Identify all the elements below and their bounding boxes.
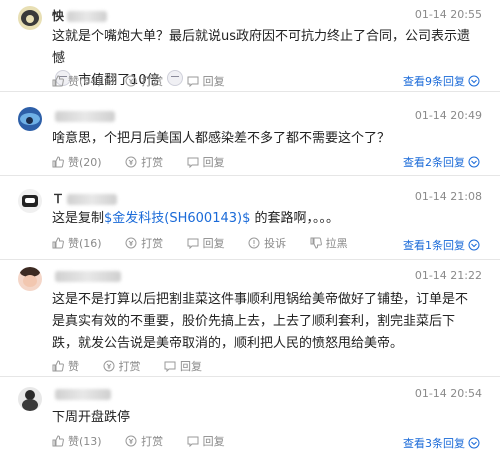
chevron-down-circle-icon [468,75,480,87]
user-name[interactable] [52,109,115,123]
reply-button[interactable]: 回复 [187,73,225,89]
tip-button[interactable]: 打赏 [125,73,163,89]
comment-actions: 赞 打赏 回复 [52,358,222,375]
stock-link[interactable]: $金发科技(SH600143)$ [104,211,250,226]
tip-button[interactable]: 打赏 [125,154,163,170]
view-replies-link[interactable]: 查看3条回复 [403,435,480,451]
user-name[interactable] [52,269,121,283]
view-replies-link[interactable]: 查看2条回复 [403,154,480,170]
block-button[interactable]: 拉黑 [310,235,348,251]
comment-actions: 赞(16) 打赏 回复 投诉 拉黑 [52,235,368,252]
thumb-up-icon [52,237,64,249]
like-button[interactable]: 赞(20) [52,154,102,170]
coin-icon [125,156,137,168]
like-button[interactable]: 赞(64) [52,73,102,89]
chevron-down-circle-icon [468,156,480,168]
reply-button[interactable]: 回复 [187,235,225,251]
avatar[interactable] [18,107,42,131]
user-name[interactable]: Ｔ [52,190,118,207]
coin-icon [125,435,137,447]
avatar[interactable] [18,387,42,411]
comment-feed: 怏 01-14 20:55 这就是个嘴炮大单？最后就说us政府因不可抗力终止了合… [0,0,500,457]
chevron-down-circle-icon [468,239,480,251]
comment-time: 01-14 20:55 [414,8,482,21]
chevron-down-circle-icon [468,437,480,449]
comment-time: 01-14 20:54 [414,387,482,400]
like-button[interactable]: 赞(13) [52,433,102,449]
comment-icon [187,436,199,447]
tip-button[interactable]: 打赏 [103,358,141,374]
coin-icon [125,237,137,249]
comment-text: 下周开盘跌停 [52,410,131,425]
comment-icon [187,238,199,249]
reply-button[interactable]: 回复 [164,358,202,374]
view-replies-link[interactable]: 查看9条回复 [403,73,480,89]
comment-actions: 赞(64) 打赏 回复 [52,73,245,90]
comment-icon [187,76,199,87]
report-button[interactable]: 投诉 [248,235,286,251]
avatar[interactable] [18,6,42,30]
comment-item: Ｔ 01-14 21:08 这是复制$金发科技(SH600143)$ 的套路啊，… [0,177,500,260]
comment-time: 01-14 21:08 [414,190,482,203]
user-name[interactable]: 怏 [52,7,108,24]
comment-item: 怏 01-14 20:55 这就是个嘴炮大单？最后就说us政府因不可抗力终止了合… [0,0,500,92]
comment-time: 01-14 20:49 [414,109,482,122]
user-name[interactable] [52,387,111,401]
comment-item: 01-14 20:54 下周开盘跌停 赞(13) 打赏 回复 查看3条回复 [0,378,500,457]
like-button[interactable]: 赞 [52,358,79,374]
avatar[interactable] [18,189,42,213]
comment-item: 01-14 21:22 这是不是打算以后把割韭菜这件事顺利甩锅给美帝做好了铺垫，… [0,261,500,377]
thumb-up-icon [52,75,64,87]
view-replies-link[interactable]: 查看1条回复 [403,237,480,253]
coin-icon [125,75,137,87]
tip-button[interactable]: 打赏 [125,235,163,251]
reply-button[interactable]: 回复 [187,433,225,449]
comment-text: 啥意思，个把月后美国人都感染差不多了都不需要这个了？ [52,131,391,146]
comment-text: 这是复制$金发科技(SH600143)$ 的套路啊，。。。 [52,211,339,226]
coin-icon [103,360,114,372]
avatar[interactable] [18,267,42,291]
thumb-up-icon [52,156,64,168]
comment-icon [164,361,176,372]
thumb-up-icon [52,360,64,372]
comment-actions: 赞(20) 打赏 回复 [52,154,245,171]
comment-item: 01-14 20:49 啥意思，个把月后美国人都感染差不多了都不需要这个了？ 赞… [0,93,500,176]
reply-button[interactable]: 回复 [187,154,225,170]
tip-button[interactable]: 打赏 [125,433,163,449]
warning-icon [248,237,260,249]
comment-actions: 赞(13) 打赏 回复 [52,433,245,450]
thumb-up-icon [52,435,64,447]
comment-text: 这是不是打算以后把割韭菜这件事顺利甩锅给美帝做好了铺垫，订单是不是真实有效的不重… [52,292,469,351]
thumb-down-icon [310,237,322,249]
comment-icon [187,157,199,168]
comment-time: 01-14 21:22 [414,269,482,282]
like-button[interactable]: 赞(16) [52,235,102,251]
